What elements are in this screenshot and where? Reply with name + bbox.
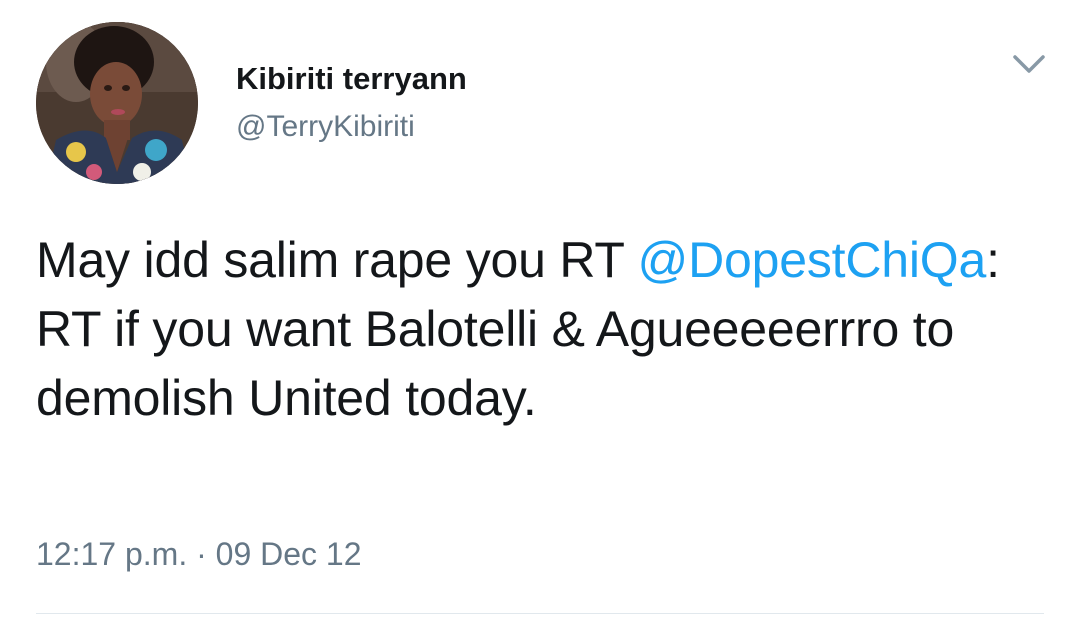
- tweet-card: Kibiriti terryann @TerryKibiriti May idd…: [0, 0, 1080, 643]
- divider: [36, 613, 1044, 614]
- chevron-down-icon[interactable]: [1012, 52, 1046, 76]
- user-handle[interactable]: @TerryKibiriti: [236, 108, 467, 146]
- tweet-timestamp[interactable]: 12:17 p.m. · 09 Dec 12: [36, 534, 362, 574]
- avatar[interactable]: [36, 22, 198, 184]
- author-names: Kibiriti terryann @TerryKibiriti: [236, 60, 467, 146]
- mention-link[interactable]: @DopestChiQa: [638, 232, 987, 288]
- profile-photo: [36, 22, 198, 184]
- tweet-text-part1: May idd salim rape you RT: [36, 232, 638, 288]
- display-name[interactable]: Kibiriti terryann: [236, 60, 467, 98]
- tweet-text: May idd salim rape you RT @DopestChiQa: …: [36, 226, 1046, 433]
